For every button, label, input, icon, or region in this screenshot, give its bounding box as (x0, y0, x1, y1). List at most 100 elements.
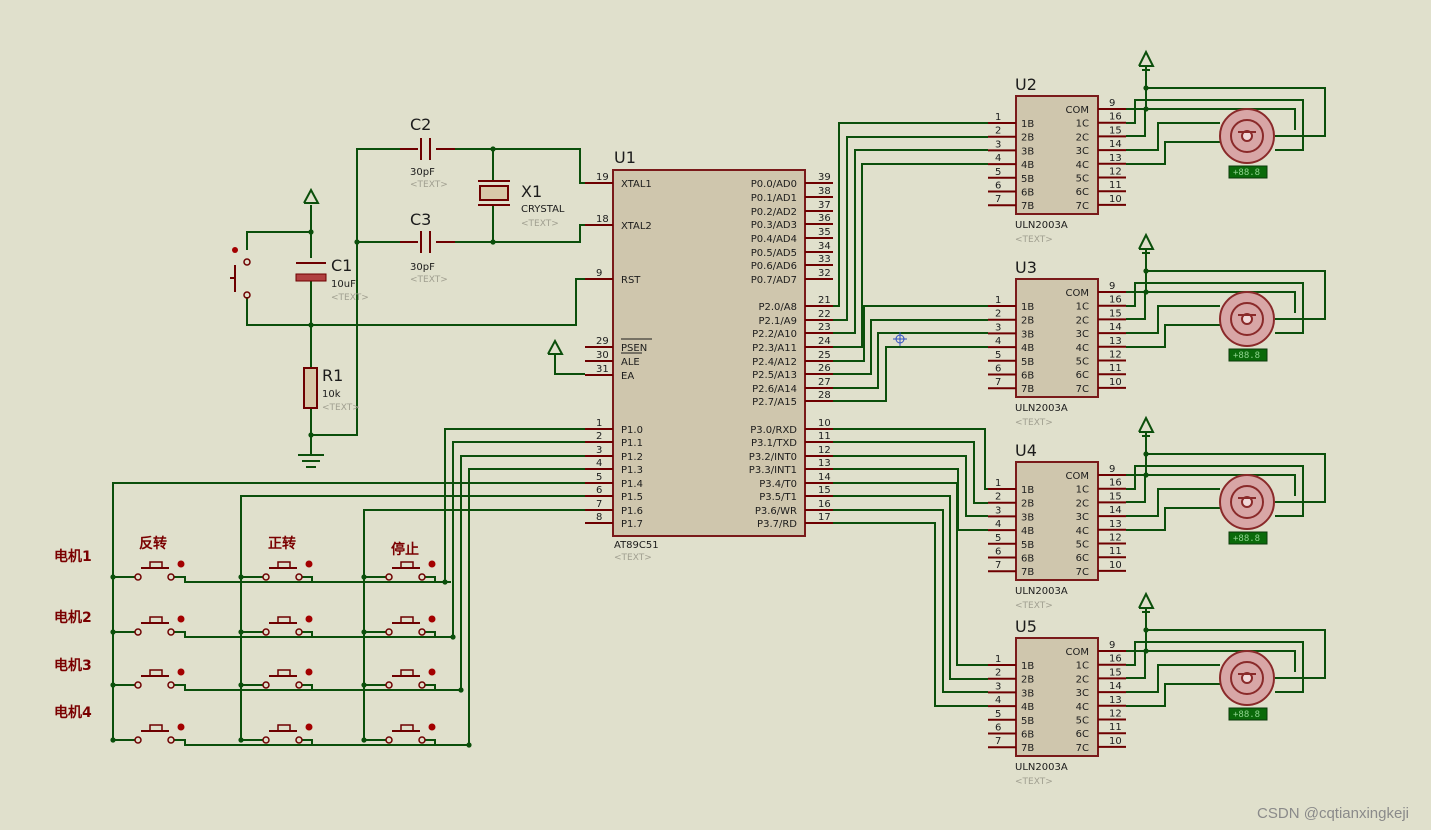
junction (110, 629, 116, 635)
wire (246, 231, 311, 250)
mcu-pin-num: 29 (596, 336, 609, 347)
mcu-pin-num: 34 (818, 241, 831, 252)
mcu-part: AT89C51 (614, 540, 659, 551)
uln-pin-num: 9 (1109, 98, 1115, 109)
uln-pin-num: 9 (1109, 281, 1115, 292)
uln-pin-label: 2C (1076, 674, 1089, 685)
mcu-pin-label: P2.1/A9 (758, 316, 797, 327)
uln-pin-label: 2C (1076, 315, 1089, 326)
junction (354, 239, 360, 245)
uln-pin-label: 1B (1021, 485, 1034, 496)
wire (833, 428, 988, 490)
uln-pin-num: 5 (995, 167, 1001, 178)
uln-pin-label: 7C (1076, 201, 1089, 212)
uln-pin-num: 4 (995, 336, 1001, 347)
power-terminal (1138, 49, 1155, 67)
c3-value: 30pF (410, 262, 435, 273)
uln-pin-label: 3C (1076, 329, 1089, 340)
mcu-pin-num: 15 (818, 485, 831, 496)
uln-pin-label: 4B (1021, 702, 1034, 713)
uln-pin-num: 10 (1109, 194, 1122, 205)
r1-ref: R1 (322, 366, 343, 385)
mcu-pin-label: EA (621, 371, 634, 382)
wire (444, 428, 585, 582)
junction (1143, 85, 1149, 91)
mcu-pin-num: 13 (818, 458, 831, 469)
uln-pin-label: 7B (1021, 743, 1034, 754)
button-led (177, 723, 185, 731)
mcu-pin-label: P0.7/AD7 (751, 275, 797, 286)
uln-ref: U5 (1015, 617, 1037, 636)
uln-pin-num: 1 (995, 478, 1001, 489)
row-label-motor3: 电机3 (54, 657, 92, 674)
uln-pin-num: 2 (995, 309, 1001, 320)
uln-pin-label: 3B (1021, 329, 1034, 340)
junction (238, 574, 244, 580)
uln-pin-num: 3 (995, 505, 1001, 516)
mcu-pin-label: P0.5/AD5 (751, 248, 797, 259)
uln-pin-label: 1B (1021, 661, 1034, 672)
wire (246, 278, 585, 326)
uln-pin-num: 13 (1109, 336, 1122, 347)
uln-pin-num: 9 (1109, 464, 1115, 475)
button-contact (167, 736, 175, 744)
switch-contact (243, 258, 251, 266)
uln-pin-label: 6C (1076, 370, 1089, 381)
power-terminal (303, 187, 320, 204)
mcu-text: <TEXT> (614, 553, 652, 563)
mcu-pin-label: P3.3/INT1 (749, 465, 797, 476)
motor-readout: +88.8 (1233, 351, 1260, 361)
wire (833, 441, 988, 504)
mcu-pin-num: 12 (818, 445, 831, 456)
button-contact (418, 628, 426, 636)
row-label-motor2: 电机2 (54, 609, 92, 626)
uln-pin-num: 11 (1109, 546, 1122, 557)
uln-pin-label: 2B (1021, 499, 1034, 510)
uln-pin-num: 2 (995, 668, 1001, 679)
button-contact (134, 681, 142, 689)
uln-pin-label: 5B (1021, 716, 1034, 727)
r1-value: 10k (322, 389, 341, 400)
x1-ref: X1 (521, 182, 542, 201)
uln-pin-label: 2B (1021, 675, 1034, 686)
uln-pin-label: 6B (1021, 188, 1034, 199)
row-label-motor1: 电机1 (54, 548, 92, 565)
button-contact (385, 681, 393, 689)
motor-readout: +88.8 (1233, 710, 1260, 720)
wire (1126, 141, 1220, 165)
button-contact (418, 736, 426, 744)
uln-pin-label: 6B (1021, 730, 1034, 741)
uln-pin-num: 5 (995, 709, 1001, 720)
uln-pin-label: 2B (1021, 316, 1034, 327)
uln-pin-num: 14 (1109, 505, 1122, 516)
uln-pin-num: 15 (1109, 308, 1122, 319)
c2-value: 30pF (410, 167, 435, 178)
r1-text: <TEXT> (322, 403, 360, 413)
uln-pin-label: 3C (1076, 688, 1089, 699)
uln-pin-num: 6 (995, 723, 1001, 734)
button-contact (418, 681, 426, 689)
button-contact (134, 628, 142, 636)
junction (361, 574, 367, 580)
uln-ref: U3 (1015, 258, 1037, 277)
capacitor-c1-plate (295, 273, 327, 282)
button-contact (262, 573, 270, 581)
uln-pin-label: 6B (1021, 371, 1034, 382)
mcu-pin-label: P0.0/AD0 (751, 179, 797, 190)
uln-pin-num: 15 (1109, 125, 1122, 136)
wire (833, 455, 988, 517)
mcu-pin-num: 2 (596, 431, 602, 442)
uln-pin-num: 13 (1109, 519, 1122, 530)
uln-pin-label: 7B (1021, 384, 1034, 395)
uln-text: <TEXT> (1015, 777, 1053, 787)
button-led (177, 668, 185, 676)
mcu-pin-num: 32 (818, 268, 831, 279)
button-contact (385, 628, 393, 636)
uln-pin-num: 10 (1109, 560, 1122, 571)
uln-text: <TEXT> (1015, 418, 1053, 428)
parts: 19XTAL118XTAL29RST29PSEN30ALE31EA1P1.02P… (134, 75, 1275, 787)
uln-pin-num: 7 (995, 194, 1001, 205)
uln-pin-num: 12 (1109, 350, 1122, 361)
uln-pin-label: 4C (1076, 702, 1089, 713)
button-contact (295, 681, 303, 689)
